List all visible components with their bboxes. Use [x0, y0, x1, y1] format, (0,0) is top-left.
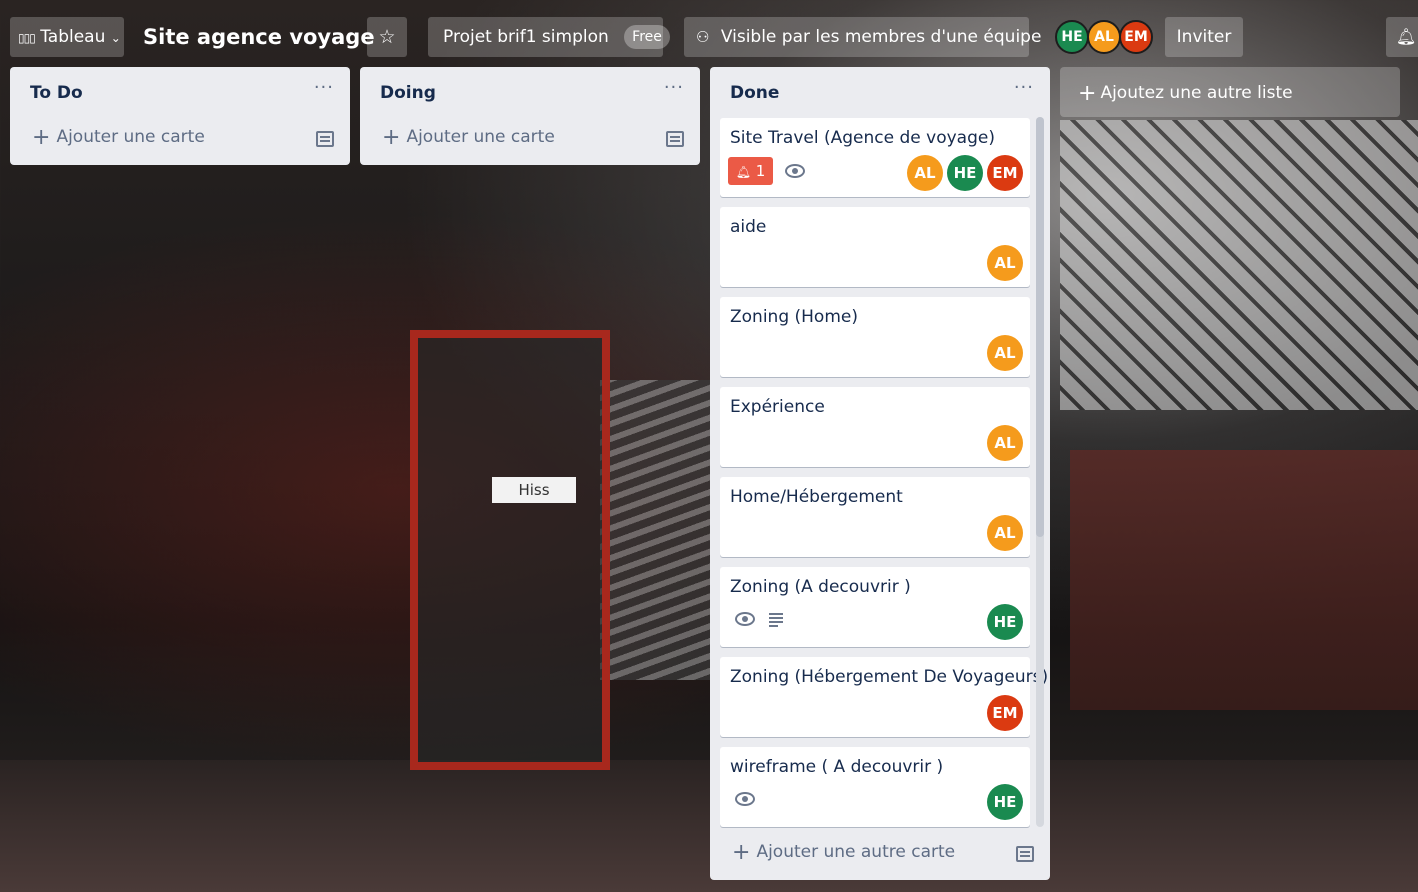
card-member-avatar[interactable]: AL	[907, 155, 943, 191]
member-avatar-em[interactable]: EM	[1119, 20, 1153, 54]
background-ceiling	[1060, 120, 1418, 410]
bell-icon: 🔔︎	[735, 165, 751, 179]
card-template-icon[interactable]	[316, 131, 334, 147]
card-member-avatar[interactable]: HE	[987, 784, 1023, 820]
list-to-do: To Do ··· + Ajouter une carte	[10, 67, 350, 165]
card-title: aide	[730, 217, 767, 237]
card[interactable]: Site Travel (Agence de voyage) 🔔︎ 1 AL H…	[720, 118, 1030, 197]
card[interactable]: Home/Hébergement AL	[720, 477, 1030, 557]
card-member-avatar[interactable]: AL	[987, 245, 1023, 281]
card-title: Zoning (A decouvrir )	[730, 577, 911, 597]
background-sign: Hiss	[492, 477, 576, 503]
free-badge: Free	[624, 25, 670, 49]
background-floor	[0, 760, 1418, 892]
list-menu-icon[interactable]: ···	[664, 77, 684, 98]
member-avatar-he[interactable]: HE	[1055, 20, 1089, 54]
card-member-avatar[interactable]: AL	[987, 515, 1023, 551]
visibility-label: Visible par les membres d'une équipe	[720, 27, 1042, 47]
board-title[interactable]: Site agence voyage	[143, 17, 375, 57]
workspace-label: Projet brif1 simplon	[443, 27, 609, 47]
eye-icon	[735, 612, 755, 626]
card-title: Home/Hébergement	[730, 487, 903, 507]
plus-icon: +	[732, 840, 751, 865]
card-member-avatar[interactable]: HE	[947, 155, 983, 191]
add-card-label: Ajouter une autre carte	[756, 842, 956, 862]
board-switcher-label: Tableau	[40, 27, 106, 47]
board-header: ▯▯▯ Tableau ⌄ Site agence voyage ☆ Proje…	[0, 0, 1418, 76]
add-list-label: Ajoutez une autre liste	[1100, 83, 1293, 103]
list-scrollbar-thumb[interactable]	[1036, 117, 1044, 537]
card-member-avatar[interactable]: AL	[987, 335, 1023, 371]
invite-button[interactable]: Inviter	[1165, 17, 1243, 57]
board-icon: ▯▯▯	[18, 31, 36, 45]
card-title: Zoning (Hébergement De Voyageurs)	[730, 667, 1049, 687]
plus-icon: +	[382, 125, 401, 150]
notification-button[interactable]: 🔔︎	[1386, 17, 1418, 57]
card[interactable]: Zoning (Home) AL	[720, 297, 1030, 377]
card[interactable]: Zoning (A decouvrir ) HE	[720, 567, 1030, 647]
add-card-button[interactable]: + Ajouter une carte	[32, 125, 205, 150]
add-card-label: Ajouter une carte	[56, 127, 205, 147]
notification-count: 1	[755, 162, 766, 180]
star-icon: ☆	[378, 26, 396, 48]
list-doing: Doing ··· + Ajouter une carte	[360, 67, 700, 165]
background-wall	[1070, 450, 1418, 710]
add-list-button[interactable]: + Ajoutez une autre liste	[1060, 67, 1400, 117]
team-icon: ⚇	[696, 28, 710, 46]
add-card-button[interactable]: + Ajouter une autre carte	[732, 840, 955, 865]
card-template-icon[interactable]	[666, 131, 684, 147]
plus-icon: +	[1078, 81, 1097, 106]
card-title: Site Travel (Agence de voyage)	[730, 128, 995, 148]
chevron-down-icon: ⌄	[110, 31, 121, 45]
notification-badge[interactable]: 🔔︎ 1	[728, 157, 773, 185]
background-escalator	[600, 380, 710, 680]
member-avatar-al[interactable]: AL	[1087, 20, 1121, 54]
workspace-button[interactable]: Projet brif1 simplon Free	[428, 17, 670, 57]
card[interactable]: Zoning (Hébergement De Voyageurs) EM	[720, 657, 1048, 737]
list-done: Done ··· Site Travel (Agence de voyage) …	[710, 67, 1050, 880]
card-title: Expérience	[730, 397, 825, 417]
card-member-avatar[interactable]: AL	[987, 425, 1023, 461]
list-title[interactable]: Doing	[380, 83, 436, 103]
visibility-button[interactable]: ⚇ Visible par les membres d'une équipe	[684, 17, 1041, 57]
add-card-label: Ajouter une carte	[406, 127, 555, 147]
card-member-avatar[interactable]: EM	[987, 695, 1023, 731]
board-switcher-button[interactable]: ▯▯▯ Tableau ⌄	[10, 17, 124, 57]
list-menu-icon[interactable]: ···	[314, 77, 334, 98]
card[interactable]: wireframe ( A decouvrir ) HE	[720, 747, 1030, 827]
eye-icon	[785, 164, 805, 178]
eye-icon	[735, 792, 755, 806]
list-menu-icon[interactable]: ···	[1014, 77, 1034, 98]
list-scrollbar[interactable]	[1036, 117, 1044, 827]
plus-icon: +	[32, 125, 51, 150]
background-elevator	[410, 330, 610, 770]
card[interactable]: aide AL	[720, 207, 1030, 287]
card-title: wireframe ( A decouvrir )	[730, 757, 944, 777]
star-button[interactable]: ☆	[367, 17, 407, 57]
list-title[interactable]: To Do	[30, 83, 83, 103]
card-member-avatar[interactable]: HE	[987, 604, 1023, 640]
card-template-icon[interactable]	[1016, 846, 1034, 862]
list-title[interactable]: Done	[730, 83, 779, 103]
card[interactable]: Expérience AL	[720, 387, 1030, 467]
card-member-avatar[interactable]: EM	[987, 155, 1023, 191]
card-title: Zoning (Home)	[730, 307, 858, 327]
description-icon	[769, 613, 783, 627]
bell-icon: 🔔︎	[1395, 27, 1417, 46]
add-card-button[interactable]: + Ajouter une carte	[382, 125, 555, 150]
